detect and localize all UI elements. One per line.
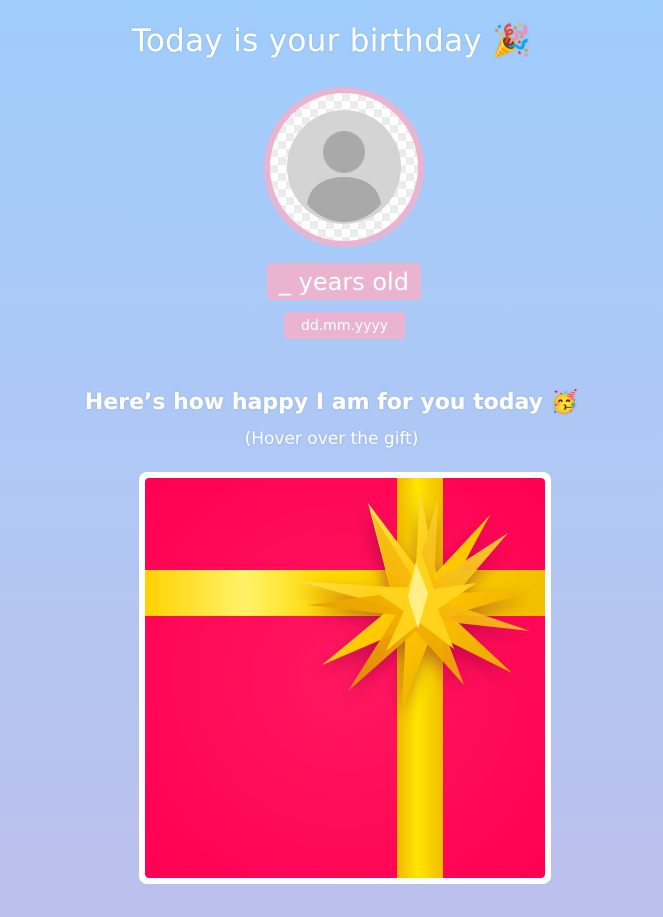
avatar	[264, 87, 424, 247]
date-label: dd.mm.yyyy	[284, 312, 405, 339]
user-placeholder-icon	[287, 110, 401, 224]
hover-hint: (Hover over the gift)	[244, 429, 419, 449]
happiness-heading: Here’s how happy I am for you today 🥳	[84, 390, 579, 415]
avatar-image	[270, 93, 418, 241]
gift-box-icon[interactable]	[145, 478, 545, 878]
age-label: _ years old	[267, 263, 421, 300]
gift-box[interactable]	[139, 472, 551, 884]
page-title: Today is your birthday 🎉	[131, 23, 532, 59]
